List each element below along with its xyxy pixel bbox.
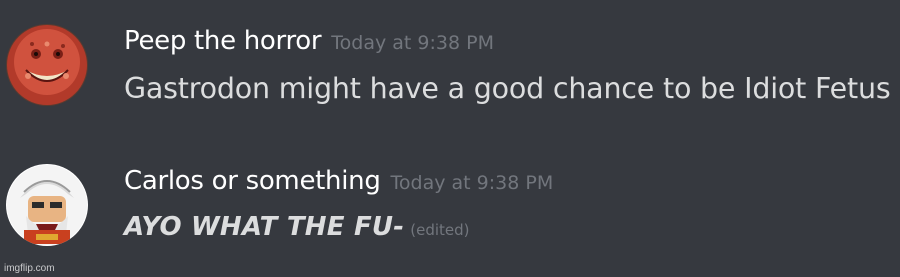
message-content: AYO WHAT THE FU- (edited) <box>124 212 470 242</box>
timestamp: Today at 9:38 PM <box>331 32 494 54</box>
message-content: Gastrodon might have a good chance to be… <box>124 72 891 105</box>
message-header: Peep the horror Today at 9:38 PM <box>124 26 494 56</box>
message-text: AYO WHAT THE FU- <box>124 212 405 242</box>
red-face-avatar-icon <box>6 24 88 106</box>
username[interactable]: Carlos or something <box>124 166 381 196</box>
message-header: Carlos or something Today at 9:38 PM <box>124 166 553 196</box>
bearded-man-avatar-icon <box>6 164 88 246</box>
user-avatar[interactable] <box>6 24 88 106</box>
username[interactable]: Peep the horror <box>124 26 322 56</box>
timestamp: Today at 9:38 PM <box>390 172 554 194</box>
watermark: imgflip.com <box>4 263 55 274</box>
edited-label: (edited) <box>410 221 470 239</box>
user-avatar[interactable] <box>6 164 88 246</box>
